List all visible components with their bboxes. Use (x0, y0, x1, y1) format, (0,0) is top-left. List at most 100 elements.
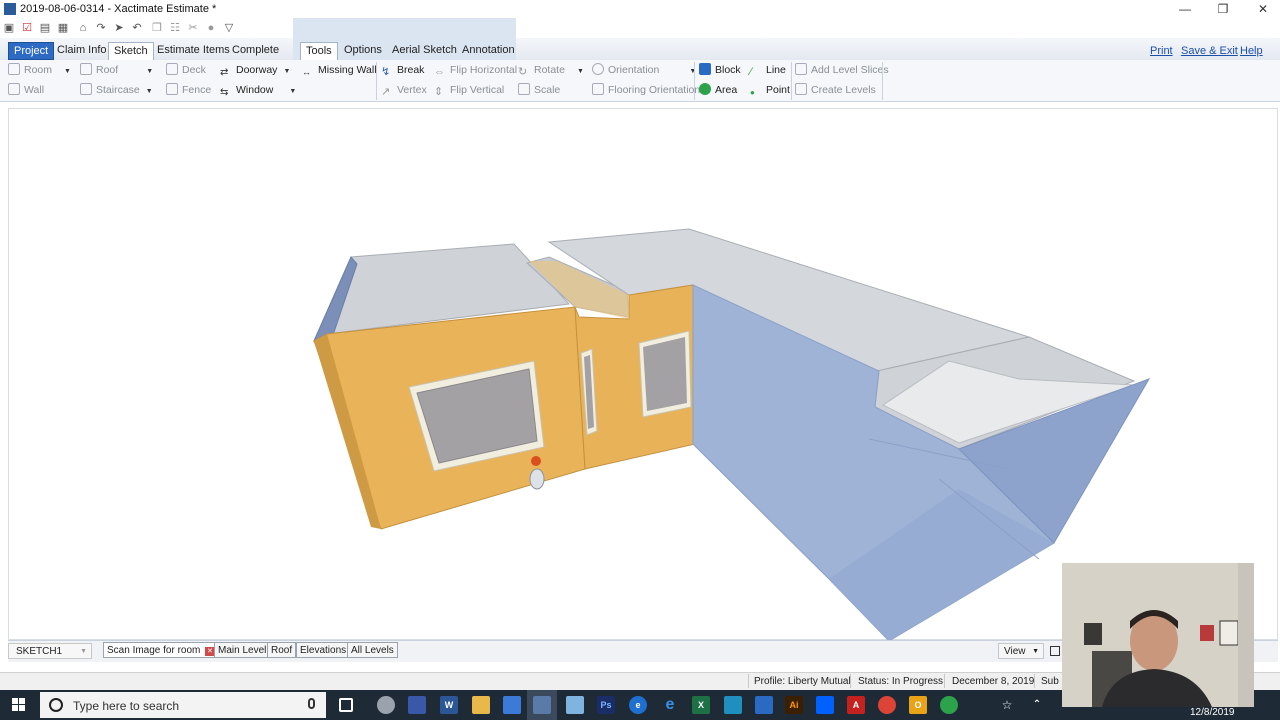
sketch-canvas[interactable] (8, 108, 1278, 641)
xactimate-active-icon[interactable] (533, 696, 551, 714)
tray-chevron-icon[interactable]: ⌃ (1028, 696, 1046, 714)
status-separator (944, 674, 945, 688)
excel-icon[interactable]: X (692, 696, 710, 714)
print-icon[interactable]: ▤ (38, 21, 52, 35)
tab-options[interactable]: Options (339, 42, 387, 60)
flip-horizontal-button[interactable]: ⇔ Flip Horizontal (434, 61, 517, 79)
camera-icon[interactable]: ▣ (2, 21, 16, 35)
staircase-button[interactable]: Staircase ▼ (80, 81, 153, 99)
missing-wall-button[interactable]: ↔ Missing Wall (302, 61, 377, 79)
doorway-button[interactable]: ⇄ Doorway ▼ (220, 61, 290, 79)
area-button[interactable]: Area (699, 81, 737, 99)
home-icon[interactable]: ⌂ (76, 21, 90, 35)
add-level-slices-button[interactable]: Add Level Slices (795, 61, 889, 79)
roof-button[interactable]: Roof ▼ (80, 61, 153, 79)
app-icon[interactable] (377, 696, 395, 714)
word-icon[interactable]: W (440, 696, 458, 714)
missing-wall-icon: ↔ (302, 67, 311, 77)
lock-icon[interactable]: ● (204, 21, 218, 35)
taskbar-search-box[interactable]: Type here to search (40, 692, 326, 718)
people-icon[interactable]: ☆ (998, 696, 1016, 714)
app-icon[interactable] (755, 696, 773, 714)
webcam-overlay (1062, 563, 1254, 707)
undo-icon[interactable]: ↶ (130, 21, 144, 35)
block-button[interactable]: Block (699, 61, 741, 79)
tab-project[interactable]: Project (8, 42, 55, 60)
illustrator-icon[interactable]: Ai (785, 696, 803, 714)
internet-explorer-icon[interactable]: e (661, 696, 679, 714)
flooring-orientation-button[interactable]: Flooring Orientation (592, 81, 700, 99)
close-button[interactable]: ✕ (1248, 1, 1278, 17)
tab-estimate-items[interactable]: Estimate Items (152, 42, 235, 60)
tab-tools[interactable]: Tools (300, 42, 338, 60)
paste-icon[interactable]: ☷ (168, 21, 182, 35)
tab-complete[interactable]: Complete (227, 42, 284, 60)
tab-annotation[interactable]: Annotation (457, 42, 520, 60)
window-title: 2019-08-06-0314 - Xactimate Estimate * (20, 3, 217, 15)
calendar-icon[interactable] (503, 696, 521, 714)
cut-icon[interactable]: ✂ (186, 21, 200, 35)
rotate-button[interactable]: ↻ Rotate ▼ (518, 61, 584, 79)
ribbon-separator (882, 62, 883, 100)
search-placeholder: Type here to search (73, 699, 180, 713)
sketch-selector[interactable]: SKETCH1 ▼ (8, 643, 92, 659)
status-separator (1034, 674, 1035, 688)
room-icon (8, 63, 20, 75)
tab-all-levels[interactable]: All Levels (347, 642, 398, 658)
restore-button[interactable]: ❐ (1208, 1, 1238, 17)
xactimate-app-icon (4, 3, 16, 15)
vertex-icon: ↗ (381, 86, 391, 98)
line-icon: ∕ (750, 66, 752, 78)
ribbon-separator (376, 62, 377, 100)
orientation-button[interactable]: Orientation ▼ (592, 61, 696, 79)
tab-aerial-sketch[interactable]: Aerial Sketch (387, 42, 462, 60)
save-exit-link[interactable]: Save & Exit (1181, 45, 1238, 57)
point-button[interactable]: ● Point (750, 81, 790, 99)
help-link[interactable]: Help (1240, 45, 1263, 57)
edge-icon[interactable]: e (629, 696, 647, 714)
task-view-icon[interactable] (339, 698, 353, 712)
break-button[interactable]: ↯ Break (381, 61, 424, 79)
view-mode-icon[interactable] (1050, 646, 1060, 656)
save-icon[interactable]: ▦ (56, 21, 70, 35)
tab-main-level[interactable]: Main Level (214, 642, 271, 658)
window-button[interactable]: ⇆ Window ▼ (220, 81, 296, 99)
tab-roof[interactable]: Roof (267, 642, 297, 658)
fence-button[interactable]: Fence (166, 81, 211, 99)
sync-icon[interactable] (940, 696, 958, 714)
app-icon[interactable] (566, 696, 584, 714)
redo-icon[interactable]: ↷ (94, 21, 108, 35)
presenter-video (1062, 563, 1254, 707)
room-button[interactable]: Room ▼ (8, 61, 71, 79)
vertex-button[interactable]: ↗ Vertex (381, 81, 427, 99)
tab-claim-info[interactable]: Claim Info (52, 42, 112, 60)
xactimate-taskbar-icon[interactable] (408, 696, 426, 714)
create-levels-button[interactable]: Create Levels (795, 81, 876, 99)
wall-button[interactable]: Wall (8, 81, 44, 99)
app-icon[interactable]: O (909, 696, 927, 714)
chrome-icon[interactable] (878, 696, 896, 714)
line-button[interactable]: ∕ Line (750, 61, 786, 79)
dropbox-icon[interactable] (816, 696, 834, 714)
acrobat-icon[interactable]: A (847, 696, 865, 714)
scale-button[interactable]: Scale (518, 81, 560, 99)
photoshop-icon[interactable]: Ps (597, 696, 615, 714)
tab-scan-image-for-room[interactable]: Scan Image for room ✕ (103, 642, 219, 658)
status-profile: Profile: Liberty Mutual (754, 676, 851, 687)
tab-elevations[interactable]: Elevations (296, 642, 351, 658)
windows-start-icon[interactable] (12, 698, 26, 712)
view-dropdown[interactable]: View ▼ (998, 643, 1044, 659)
minimize-button[interactable]: — (1170, 1, 1200, 17)
copy-icon[interactable]: ❐ (150, 21, 164, 35)
print-link[interactable]: Print (1150, 45, 1173, 57)
checklist-icon[interactable]: ☑ (20, 21, 34, 35)
create-levels-icon (795, 83, 807, 95)
tab-sketch[interactable]: Sketch (108, 42, 154, 60)
file-explorer-icon[interactable] (472, 696, 490, 714)
flip-vertical-button[interactable]: ⇕ Flip Vertical (434, 81, 504, 99)
app-icon[interactable] (724, 696, 742, 714)
pointer-icon[interactable]: ➤ (112, 21, 126, 35)
deck-button[interactable]: Deck (166, 61, 206, 79)
funnel-icon[interactable]: ▽ (222, 21, 236, 35)
microphone-icon[interactable] (308, 698, 315, 709)
